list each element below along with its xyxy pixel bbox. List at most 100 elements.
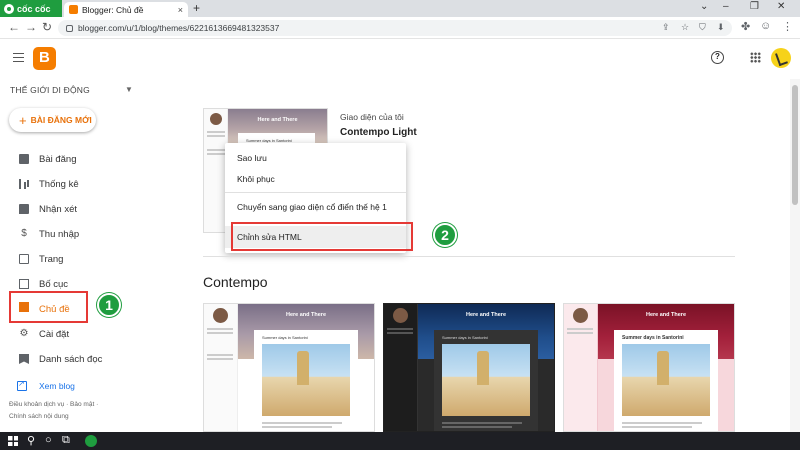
comments-icon (19, 204, 29, 214)
sidebar-item-reading-list[interactable]: Danh sách đọc (0, 348, 140, 370)
scrollbar-thumb[interactable] (792, 85, 798, 205)
menu-item-switch-classic[interactable]: Chuyển sang giao diện cổ điển thế hệ 1 (225, 196, 406, 218)
thumb-line (207, 328, 233, 330)
browser-tab-active[interactable]: Blogger: Chủ đề × (64, 2, 188, 17)
thumb-line (207, 149, 225, 151)
tab-search-icon[interactable]: ⌄ (700, 1, 708, 12)
view-blog-label: Xem blog (39, 381, 75, 391)
extensions-icon[interactable]: ✤ (741, 20, 750, 33)
search-icon[interactable]: ⚲ (27, 434, 35, 447)
sidebar-item-label: Nhận xét (39, 203, 78, 215)
thumb-blog-title: Here and There (645, 312, 687, 318)
sidebar-item-settings[interactable]: ⚙ Cài đặt (0, 323, 140, 345)
savefrom-icon[interactable]: ⬇ (717, 22, 725, 33)
step2-badge: 2 (433, 223, 457, 247)
sidebar-item-label: Bố cục (39, 278, 69, 290)
thumb-sidebar (564, 304, 598, 431)
avatar[interactable] (771, 48, 791, 68)
lock-icon (66, 24, 73, 32)
thumb-profile-pic (573, 308, 588, 323)
help-icon[interactable]: ? (711, 51, 724, 64)
thumb-post-title: Summer days in Santorini (622, 335, 684, 341)
maximize-button[interactable]: ❐ (750, 1, 759, 12)
google-apps-icon[interactable] (750, 52, 761, 63)
menu-divider (225, 192, 406, 193)
step1-highlight-box (9, 291, 88, 323)
browser-tab-strip: cốc cốc Blogger: Chủ đề × + ⌄ – ❐ ✕ (0, 0, 800, 17)
blog-name[interactable]: THẾ GIỚI DI ĐỘNG (10, 85, 90, 95)
cortana-icon[interactable]: ○ (45, 434, 52, 446)
thumb-post-card: Summer days in Santorini (614, 330, 718, 431)
minimize-button[interactable]: – (723, 1, 729, 12)
step2-highlight-box (231, 222, 413, 251)
tab-close-icon[interactable]: × (178, 5, 183, 15)
thumb-post-title: Summer days in Santorini (442, 335, 488, 340)
shield-icon[interactable]: ⛉ (699, 22, 706, 33)
thumb-blog-title: Here and There (465, 312, 507, 318)
thumb-line (262, 426, 332, 428)
sidebar-item-label: Danh sách đọc (39, 353, 103, 365)
thumb-blog-title: Here and There (257, 117, 298, 123)
page-scrollbar[interactable] (790, 79, 800, 432)
blogger-favicon-icon (69, 5, 78, 14)
close-window-button[interactable]: ✕ (777, 1, 785, 12)
footer-terms-privacy[interactable]: Điều khoản dịch vụ · Bảo mật · (9, 399, 98, 411)
thumb-post-card: Summer days in Santorini (434, 330, 538, 431)
thumb-post-image (262, 344, 350, 416)
thumb-line (622, 422, 702, 424)
thumb-line (207, 358, 233, 360)
thumb-post-image (442, 344, 530, 416)
blog-switcher-caret-icon[interactable]: ▼ (125, 85, 133, 94)
sidebar-item-label: Thu nhập (39, 228, 80, 240)
step1-badge: 1 (97, 293, 121, 317)
sidebar-item-pages[interactable]: Trang (0, 248, 140, 270)
reload-icon[interactable]: ↻ (42, 20, 52, 34)
pages-icon (19, 254, 29, 264)
windows-taskbar: ⚲ ○ ⧉ (0, 432, 800, 450)
thumb-line (207, 354, 233, 356)
sidebar-item-comments[interactable]: Nhận xét (0, 198, 140, 220)
browser-toolbar: ← → ↻ blogger.com/u/1/blog/themes/622161… (0, 17, 800, 39)
thumb-line (387, 332, 413, 334)
thumb-line (567, 328, 593, 330)
forward-icon[interactable]: → (25, 20, 37, 34)
coccoc-browser-button[interactable]: cốc cốc (0, 0, 62, 17)
sidebar-item-label: Thống kê (39, 178, 79, 190)
blogger-header: ? (0, 39, 800, 79)
blogger-logo-icon[interactable] (33, 47, 56, 70)
theme-card-contempo-dark[interactable]: Here and There Summer days in Santorini (383, 303, 555, 432)
thumb-post-image (622, 344, 710, 416)
footer-content-policy[interactable]: Chính sách nội dung (9, 411, 98, 423)
sidebar-item-label: Bài đăng (39, 153, 77, 165)
bookmark-star-icon[interactable]: ☆ (681, 22, 689, 33)
coccoc-taskbar-icon[interactable] (85, 435, 97, 447)
share-icon[interactable]: ⇪ (662, 22, 670, 33)
sidebar-item-stats[interactable]: Thống kê (0, 173, 140, 195)
new-post-button[interactable]: + BÀI ĐĂNG MỚI (9, 108, 96, 132)
menu-item-backup[interactable]: Sao lưu (225, 147, 406, 169)
theme-card-contempo-aqua[interactable]: Here and There Summer days in Santorini (563, 303, 735, 432)
address-bar[interactable]: blogger.com/u/1/blog/themes/622161366948… (58, 20, 732, 36)
sidebar-item-posts[interactable]: Bài đăng (0, 148, 140, 170)
profile-icon[interactable]: ☺ (760, 20, 771, 32)
section-title: Contempo (203, 274, 268, 290)
settings-icon: ⚙ (19, 328, 29, 339)
stats-icon (19, 179, 29, 189)
back-icon[interactable]: ← (8, 20, 20, 34)
task-view-icon[interactable]: ⧉ (62, 434, 70, 447)
thumb-line (262, 422, 342, 424)
new-tab-button[interactable]: + (193, 1, 200, 15)
sidebar: THẾ GIỚI DI ĐỘNG ▼ + BÀI ĐĂNG MỚI Bài đă… (0, 79, 140, 432)
menu-item-restore[interactable]: Khôi phục (225, 168, 406, 190)
menu-icon[interactable]: ⋮ (782, 20, 793, 33)
url-text: blogger.com/u/1/blog/themes/622161366948… (78, 23, 280, 33)
thumb-post-card: Summer days in Santorini (254, 330, 358, 431)
new-post-label: BÀI ĐĂNG MỚI (30, 115, 92, 125)
windows-start-icon[interactable] (8, 436, 18, 446)
view-blog-link[interactable]: Xem blog (0, 376, 140, 396)
sidebar-item-earnings[interactable]: $ Thu nhập (0, 223, 140, 245)
hamburger-menu-icon[interactable] (13, 53, 24, 62)
theme-card-contempo-light[interactable]: Here and There Summer days in Santorini (203, 303, 375, 432)
footer-links: Điều khoản dịch vụ · Bảo mật · Chính sác… (9, 399, 98, 423)
thumb-line (567, 332, 593, 334)
